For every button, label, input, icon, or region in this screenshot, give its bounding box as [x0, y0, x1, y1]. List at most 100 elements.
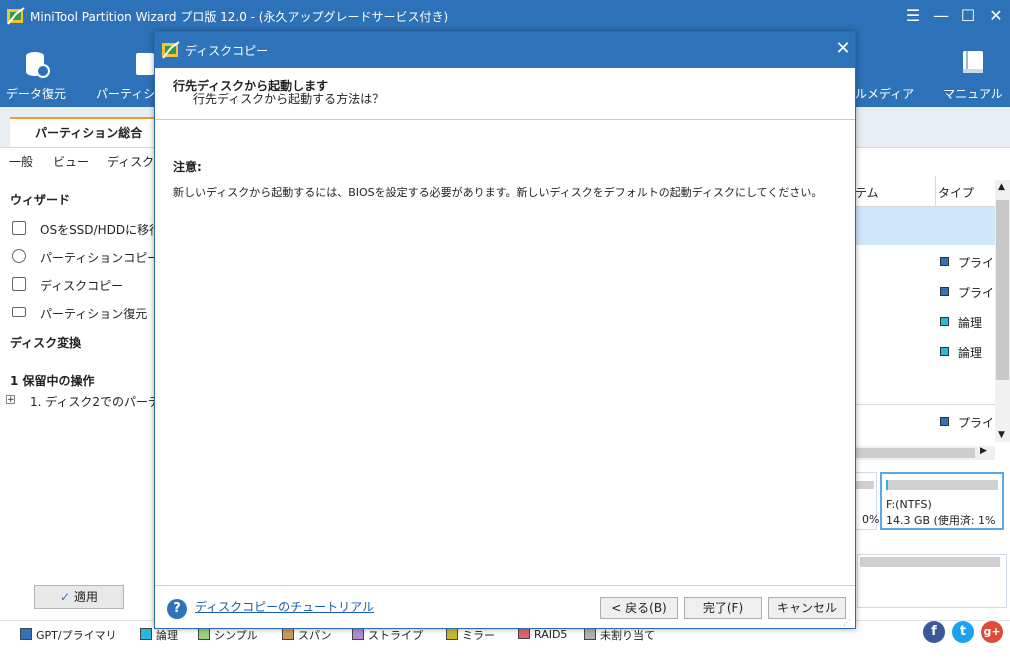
scroll-up-icon[interactable]: ▲	[998, 182, 1005, 192]
scrollbar-thumb[interactable]	[996, 200, 1009, 380]
maximize-button[interactable]: ☐	[957, 6, 979, 26]
partition-recovery-icon	[136, 53, 154, 75]
cancel-button[interactable]: キャンセル	[768, 597, 846, 619]
resize-grip-icon[interactable]: ⋰	[843, 618, 853, 628]
sidebar-item-partition-copy[interactable]: パーティションコピー	[12, 248, 160, 266]
partition-type: プライ	[958, 286, 995, 300]
dialog-close-button[interactable]: ✕	[833, 39, 853, 59]
bootable-media-button[interactable]: ルメディア	[855, 33, 925, 107]
column-divider	[935, 176, 936, 206]
data-recovery-icon	[26, 52, 50, 78]
legend-striped: ストライプ	[352, 627, 423, 643]
app-title-bar: MiniTool Partition Wizard プロ版 12.0 - (永久…	[0, 0, 1010, 33]
type-swatch	[940, 287, 949, 296]
menu-general[interactable]: 一般	[9, 153, 33, 170]
sidebar-item-partition-recovery[interactable]: パーティション復元	[12, 304, 160, 322]
tab-partition-management[interactable]: パーティション総合	[10, 117, 160, 147]
partition-recovery-icon	[12, 307, 26, 317]
vertical-scrollbar[interactable]: ▲ ▼	[995, 180, 1010, 442]
partition-table-header: テム タイプ	[855, 176, 1010, 207]
legend-mirrored: ミラー	[446, 627, 495, 643]
legend-gpt-primary: GPT/プライマリ	[20, 627, 117, 643]
finish-button[interactable]: 完了(F)	[684, 597, 762, 619]
partition-type: プライ	[958, 416, 995, 430]
partition-recovery-button[interactable]: パーティシ	[92, 33, 156, 107]
apply-label: 適用	[73, 590, 98, 604]
pending-operation-item[interactable]: + 1. ディスク2でのパーティ	[6, 393, 171, 409]
minimize-button[interactable]: —	[930, 6, 952, 26]
menu-disk[interactable]: ディスク	[107, 153, 154, 170]
dialog-divider	[155, 119, 855, 120]
partition-type: 論理	[958, 316, 983, 330]
pending-operation-label: 1. ディスク2でのパーティ	[30, 395, 172, 409]
facebook-icon[interactable]: f	[923, 621, 945, 643]
window-title: MiniTool Partition Wizard プロ版 12.0 - (永久…	[30, 10, 449, 24]
partition-block[interactable]: 0%	[855, 472, 880, 530]
note-label: 注意:	[173, 160, 202, 174]
table-row-selected[interactable]	[855, 207, 995, 245]
table-row[interactable]: 論理	[855, 342, 995, 362]
close-window-button[interactable]: ✕	[985, 6, 1007, 26]
partition-recovery-label: パーティシ	[96, 87, 156, 101]
table-row[interactable]: プライ	[855, 412, 995, 432]
usage-bar-fill	[886, 480, 888, 490]
usage-bar	[886, 480, 998, 490]
horizontal-scrollbar[interactable]	[855, 446, 995, 460]
sidebar-item-migrate-os[interactable]: OSをSSD/HDDに移行	[12, 220, 161, 238]
twitter-icon[interactable]: t	[952, 621, 974, 643]
legend-raid5: RAID5	[518, 627, 567, 641]
wizard-heading: ウィザード	[10, 193, 71, 207]
tutorial-link[interactable]: ディスクコピーのチュートリアル	[195, 598, 374, 615]
dialog-footer-divider	[155, 585, 855, 586]
sidebar-item-label: パーティションコピー	[40, 251, 160, 265]
scroll-down-icon[interactable]: ▼	[998, 430, 1005, 440]
action-panel: ウィザード OSをSSD/HDDに移行 パーティションコピー ディスクコピー パ…	[0, 174, 171, 620]
pending-operations-heading: 1 保留中の操作	[10, 374, 95, 388]
google-plus-icon[interactable]: g+	[981, 621, 1003, 643]
table-row[interactable]: プライ	[855, 252, 995, 272]
table-row[interactable]: プライ	[855, 282, 995, 302]
scrollbar-thumb[interactable]	[855, 448, 975, 458]
partition-label: F:(NTFS)	[886, 498, 932, 511]
sidebar-item-disk-copy[interactable]: ディスクコピー	[12, 276, 160, 294]
migrate-os-icon	[12, 221, 26, 235]
partition-type: プライ	[958, 256, 995, 270]
manual-button[interactable]: マニュアル	[940, 33, 1006, 107]
apply-button[interactable]: ✓ 適用	[34, 585, 124, 609]
usage-bar	[856, 481, 874, 489]
disk-copy-icon	[12, 277, 26, 291]
column-type[interactable]: タイプ	[938, 184, 974, 201]
type-swatch	[940, 317, 949, 326]
disk-divider	[855, 404, 995, 405]
partition-usage: 0%	[862, 513, 880, 526]
book-icon	[963, 51, 983, 73]
disk-row-2[interactable]	[857, 554, 1007, 608]
dialog-subheading: 行先ディスクから起動する方法は？	[193, 92, 385, 106]
legend-unallocated: 未割り当て	[584, 627, 655, 643]
back-button[interactable]: < 戻る(B)	[600, 597, 678, 619]
legend-spanned: スパン	[282, 627, 332, 643]
partition-block-selected[interactable]: F:(NTFS) 14.3 GB (使用済: 1%	[880, 472, 1004, 530]
partition-copy-icon	[12, 249, 26, 263]
dialog-title: ディスクコピー	[185, 44, 269, 58]
legend-logical: 論理	[140, 627, 178, 643]
type-swatch	[940, 257, 949, 266]
sidebar-item-label: パーティション復元	[40, 307, 148, 321]
bootable-media-label: ルメディア	[855, 87, 915, 101]
expand-icon[interactable]: +	[6, 395, 15, 405]
menu-view[interactable]: ビュー	[53, 153, 89, 170]
help-icon[interactable]: ?	[167, 599, 187, 619]
partition-size: 14.3 GB (使用済: 1%	[886, 514, 996, 527]
disk-convert-heading[interactable]: ディスク変換	[10, 334, 81, 351]
sidebar-item-label: ディスクコピー	[40, 279, 124, 293]
menu-icon[interactable]: ☰	[902, 6, 924, 26]
data-recovery-button[interactable]: データ復元	[0, 33, 72, 107]
data-recovery-label: データ復元	[5, 87, 66, 101]
scroll-right-icon[interactable]: ▶	[980, 446, 987, 456]
column-file-system[interactable]: テム	[855, 184, 879, 201]
disk-copy-dialog: ディスクコピー ✕ 行先ディスクから起動します 行先ディスクから起動する方法は？…	[154, 31, 856, 629]
note-text: 新しいディスクから起動するには、BIOSを設定する必要があります。新しいディスク…	[173, 186, 823, 199]
dialog-app-icon	[162, 41, 180, 59]
check-icon: ✓	[60, 590, 71, 604]
table-row[interactable]: 論理	[855, 312, 995, 332]
